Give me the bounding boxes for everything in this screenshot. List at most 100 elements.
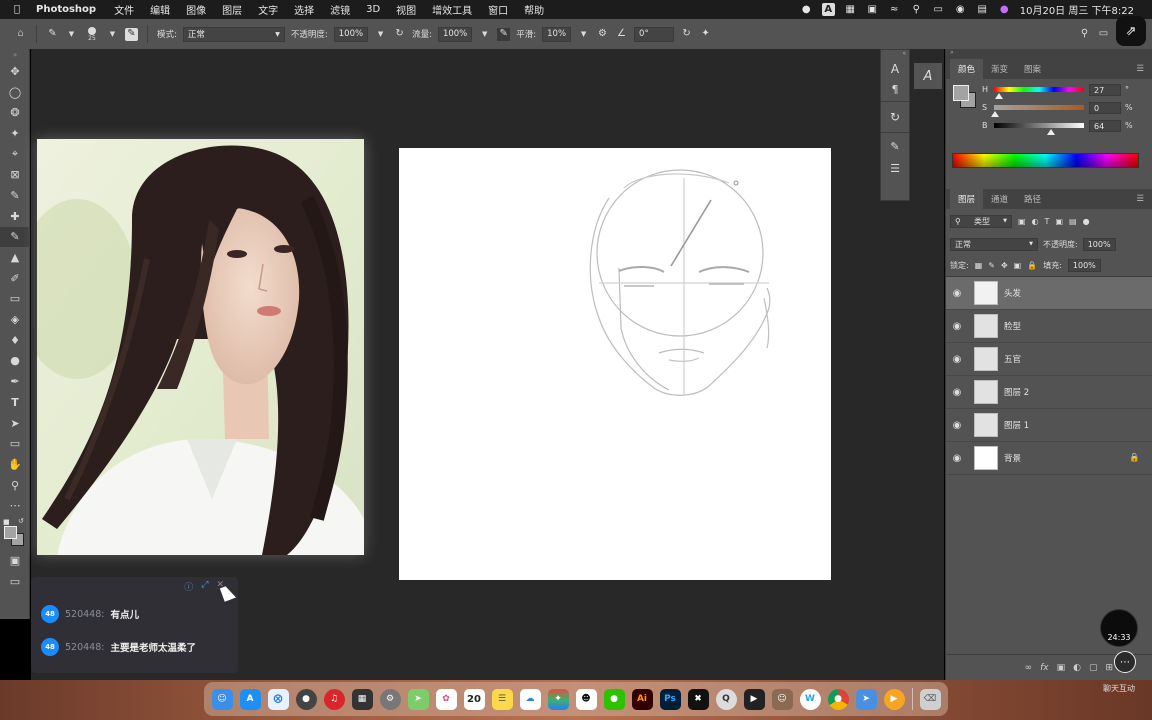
- photoshop-icon[interactable]: Ps: [659, 688, 681, 710]
- brush-preset-picker[interactable]: 25: [84, 26, 100, 42]
- pressure-size-icon[interactable]: ↻: [680, 28, 693, 41]
- lock-transparent-icon[interactable]: ▦: [975, 261, 983, 270]
- reference-photo[interactable]: [37, 139, 364, 555]
- lock-icon[interactable]: 🔒: [1129, 453, 1140, 463]
- pen-tool-icon[interactable]: ✒: [0, 371, 30, 392]
- menu-type[interactable]: 文字: [258, 2, 278, 17]
- saturation-field[interactable]: 0: [1089, 102, 1121, 114]
- layer-row[interactable]: ◉ 五官: [946, 343, 1152, 376]
- chevron-down-icon[interactable]: ▼: [478, 28, 491, 41]
- filter-adjustment-icon[interactable]: ◐: [1032, 217, 1039, 226]
- search-icon[interactable]: ⚲: [910, 3, 923, 16]
- layer-row[interactable]: ◉ 图层 1: [946, 409, 1152, 442]
- visibility-eye-icon[interactable]: ◉: [946, 420, 968, 431]
- hue-slider-thumb-icon[interactable]: [995, 93, 1003, 99]
- layer-filter-select[interactable]: ⚲ 类型 ▼: [950, 214, 1012, 228]
- chat-bubble-icon[interactable]: ⋯: [1114, 651, 1136, 673]
- chevron-down-icon[interactable]: ▼: [374, 28, 387, 41]
- clock[interactable]: 10月20日 周三 下午8:22: [1020, 2, 1134, 17]
- filter-toggle-icon[interactable]: ●: [1083, 217, 1090, 226]
- magic-wand-icon[interactable]: ✦: [0, 123, 30, 144]
- paragraph-panel-icon[interactable]: ¶: [881, 79, 909, 99]
- app-tray-icon[interactable]: ▦: [844, 3, 857, 16]
- foreground-color-swatch[interactable]: [4, 526, 17, 540]
- brush-settings-icon[interactable]: ✎: [125, 27, 138, 41]
- zoom-tool-icon[interactable]: ⚲: [0, 475, 30, 496]
- trash-icon[interactable]: ⌫: [919, 688, 941, 710]
- clipboard-icon[interactable]: ▣: [866, 3, 879, 16]
- menu-window[interactable]: 窗口: [488, 2, 508, 17]
- lock-position-icon[interactable]: ✥: [1001, 261, 1008, 270]
- character-panel-icon[interactable]: A: [881, 59, 909, 79]
- calculator-icon[interactable]: ▦: [351, 688, 373, 710]
- blur-tool-icon[interactable]: ♦: [0, 330, 30, 351]
- menu-3d[interactable]: 3D: [366, 4, 380, 15]
- brightness-slider-thumb-icon[interactable]: [1047, 129, 1055, 135]
- quicktime-icon[interactable]: Q: [715, 688, 737, 710]
- menu-help[interactable]: 帮助: [524, 2, 544, 17]
- layer-opacity-field[interactable]: 100%: [1082, 237, 1116, 251]
- tab-color[interactable]: 颜色: [950, 59, 984, 79]
- eraser-icon[interactable]: ▭: [0, 289, 30, 310]
- pressure-opacity-icon[interactable]: ↻: [393, 28, 406, 41]
- paint-bucket-icon[interactable]: ◈: [0, 309, 30, 330]
- chrome-icon[interactable]: ●: [827, 688, 849, 710]
- layer-row[interactable]: ◉ 图层 2: [946, 376, 1152, 409]
- symmetry-icon[interactable]: ✦: [699, 28, 712, 41]
- brush-tool-icon[interactable]: ✎: [0, 226, 30, 248]
- help-icon[interactable]: ⓘ: [184, 580, 193, 593]
- link-layers-icon[interactable]: ∞: [1025, 663, 1033, 673]
- flow-field[interactable]: 100%: [437, 26, 473, 42]
- wechat-icon[interactable]: ●: [603, 688, 625, 710]
- glyphs-panel-icon[interactable]: A: [914, 63, 942, 89]
- menu-filter[interactable]: 滤镜: [330, 2, 350, 17]
- record-icon[interactable]: ◉: [954, 3, 967, 16]
- system-preferences-icon[interactable]: ⚙: [379, 688, 401, 710]
- brush-tool-icon[interactable]: ✎: [46, 28, 59, 41]
- lock-image-icon[interactable]: ✎: [988, 261, 995, 270]
- layer-row[interactable]: ◉ 头发: [946, 277, 1152, 310]
- frame-tool-icon[interactable]: ⊠: [0, 164, 30, 185]
- visibility-eye-icon[interactable]: ◉: [946, 321, 968, 332]
- notes-icon[interactable]: ☰: [491, 688, 513, 710]
- quick-mask-icon[interactable]: ▣: [0, 550, 30, 571]
- filter-type-icon[interactable]: T: [1045, 217, 1050, 226]
- collapse-icon[interactable]: «: [881, 50, 909, 59]
- color-spectrum[interactable]: [952, 153, 1139, 168]
- menu-edit[interactable]: 编辑: [150, 2, 170, 17]
- visibility-eye-icon[interactable]: ◉: [946, 288, 968, 299]
- layer-row[interactable]: ◉ 脸型: [946, 310, 1152, 343]
- tab-channels[interactable]: 通道: [983, 189, 1016, 209]
- screen-mirror-icon[interactable]: ▭: [932, 3, 945, 16]
- fill-field[interactable]: 100%: [1067, 259, 1101, 272]
- foreground-color-swatch[interactable]: [953, 85, 969, 101]
- chevron-down-icon[interactable]: ▼: [65, 28, 78, 41]
- menu-file[interactable]: 文件: [114, 2, 134, 17]
- adjustments-panel-icon[interactable]: ☰: [881, 157, 909, 179]
- marquee-tool-icon[interactable]: ◯: [0, 82, 30, 103]
- teacher-avatar-icon[interactable]: ☺: [771, 688, 793, 710]
- swap-colors-icon[interactable]: ↺: [18, 517, 24, 525]
- safari-icon[interactable]: ⨂: [267, 688, 289, 710]
- wifi-icon[interactable]: ≈: [888, 3, 901, 16]
- browser-icon[interactable]: ●: [295, 688, 317, 710]
- video-app-icon[interactable]: ▶: [743, 688, 765, 710]
- photos-icon[interactable]: ✿: [435, 688, 457, 710]
- app-menu[interactable]: Photoshop: [36, 4, 96, 15]
- orange-app-icon[interactable]: ▶: [883, 688, 905, 710]
- illustrator-icon[interactable]: Ai: [631, 688, 653, 710]
- multicolor-app-icon[interactable]: ✦: [547, 688, 569, 710]
- filter-shape-icon[interactable]: ▣: [1055, 217, 1063, 226]
- workspace-icon[interactable]: ▭: [1097, 28, 1110, 41]
- document-canvas[interactable]: [399, 148, 831, 580]
- angle-icon[interactable]: ∠: [615, 28, 628, 41]
- eyedropper-icon[interactable]: ✎: [0, 185, 30, 206]
- history-panel-icon[interactable]: ↻: [881, 104, 909, 130]
- stamp-tool-icon[interactable]: ▲: [0, 247, 30, 268]
- blend-mode-select[interactable]: 正常 ▼: [950, 237, 1038, 251]
- healing-brush-icon[interactable]: ✚: [0, 206, 30, 227]
- apple-icon[interactable]: : [14, 4, 20, 15]
- add-mask-icon[interactable]: ▣: [1057, 663, 1066, 673]
- bell-icon[interactable]: ●: [800, 3, 813, 16]
- tab-layers[interactable]: 图层: [950, 189, 984, 209]
